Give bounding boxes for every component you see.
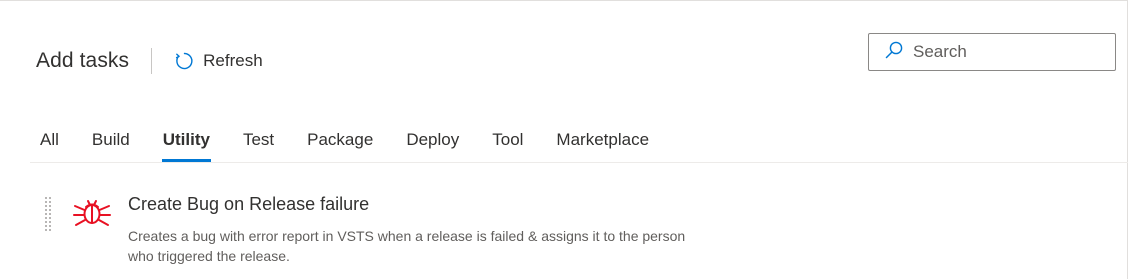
task-title: Create Bug on Release failure [128,194,370,214]
category-tabs: All Build Utility Test Package Deploy To… [40,126,682,162]
refresh-label: Refresh [203,51,263,70]
tab-build[interactable]: Build [92,126,130,162]
tab-utility[interactable]: Utility [161,126,212,162]
tab-all[interactable]: All [40,126,59,162]
search-input[interactable] [913,42,1093,62]
task-description: Creates a bug with error report in VSTS … [128,228,686,264]
tabs-separator [30,162,1128,163]
tab-deploy[interactable]: Deploy [406,126,459,162]
header-divider [151,48,153,74]
refresh-button[interactable]: Refresh [174,51,263,71]
refresh-icon [174,51,194,71]
top-border [0,0,1128,1]
search-icon [869,41,913,64]
panel-header: Add tasks Refresh [36,44,263,78]
tab-tool[interactable]: Tool [492,126,523,162]
bug-icon [72,194,112,235]
tab-package[interactable]: Package [307,126,373,162]
tab-test[interactable]: Test [243,126,274,162]
drag-handle-icon[interactable] [44,196,52,232]
search-box[interactable] [868,33,1116,71]
page-title: Add tasks [36,49,130,72]
task-item[interactable]: Create Bug on Release failure Creates a … [40,190,740,270]
tab-marketplace[interactable]: Marketplace [556,126,649,162]
